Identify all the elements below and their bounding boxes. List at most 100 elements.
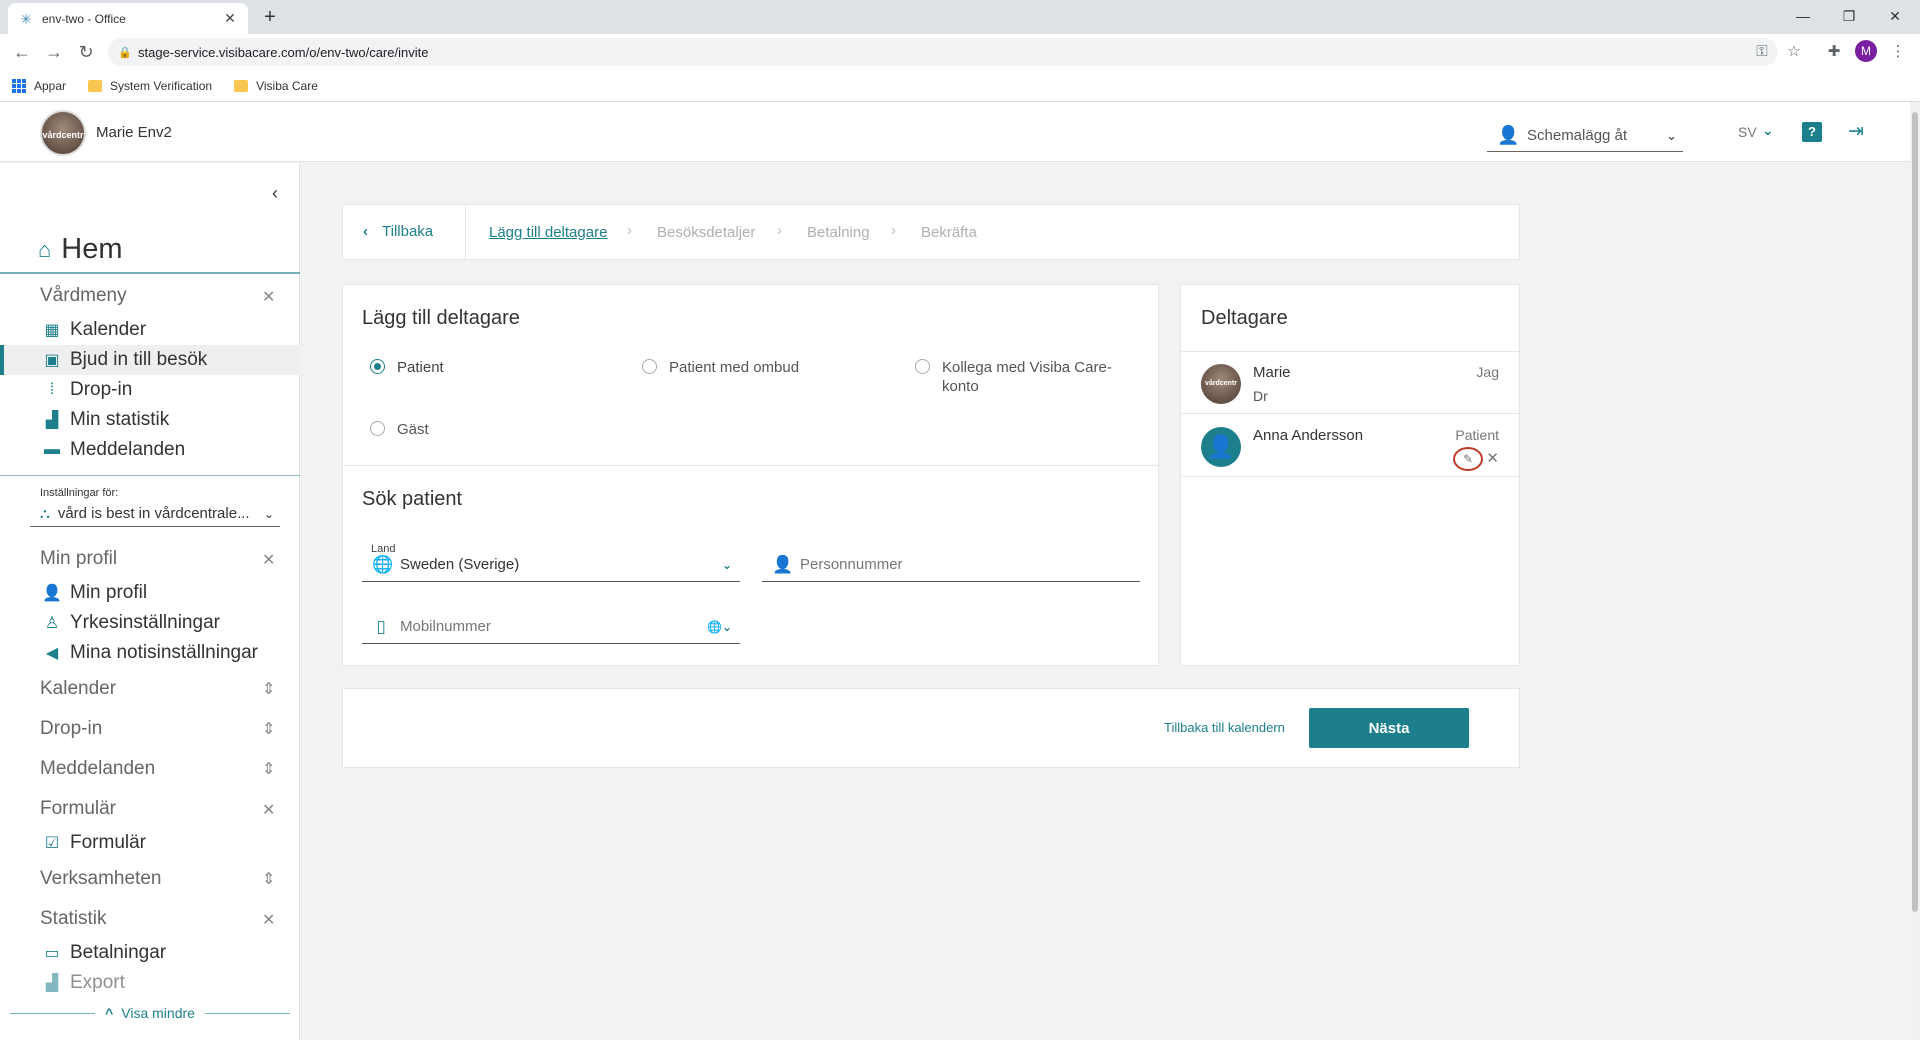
window-close-icon[interactable]: ✕ bbox=[1872, 4, 1918, 28]
reload-icon[interactable]: ↻ bbox=[74, 40, 98, 64]
back-to-calendar-link[interactable]: Tillbaka till kalendern bbox=[1164, 720, 1285, 735]
extensions-icon[interactable]: ✚ bbox=[1822, 40, 1846, 64]
scrollbar[interactable] bbox=[1910, 102, 1920, 1040]
star-icon[interactable]: ☆ bbox=[1782, 40, 1806, 64]
participant-title: Dr bbox=[1253, 388, 1268, 404]
mobile-number-field[interactable]: ▯ Mobilnummer 🌐⌄ bbox=[362, 610, 740, 644]
close-icon[interactable]: ✕ bbox=[1486, 449, 1499, 467]
url-input[interactable]: 🔒 stage-service.visibacare.com/o/env-two… bbox=[108, 38, 1778, 66]
sidebar-item-drop-in[interactable]: ⁞ Drop-in bbox=[0, 375, 300, 405]
checklist-icon: ☑ bbox=[44, 835, 60, 852]
section-meddelanden[interactable]: Meddelanden bbox=[40, 758, 155, 780]
sidebar-item-meddelanden[interactable]: ▬ Meddelanden bbox=[0, 435, 300, 465]
language-selector[interactable]: SV bbox=[1738, 124, 1757, 140]
sidebar-item-betalningar[interactable]: ▭ Betalningar bbox=[0, 938, 300, 968]
sidebar-item-min-statistik[interactable]: ▟ Min statistik bbox=[0, 405, 300, 435]
expand-icon[interactable]: ⇕ bbox=[262, 869, 275, 889]
apps-grid-icon bbox=[12, 78, 26, 93]
bookmark-apps[interactable]: Appar bbox=[12, 78, 66, 93]
collapse-sidebar-icon[interactable]: ‹ bbox=[272, 183, 278, 204]
sidebar-item-min-profil[interactable]: 👤 Min profil bbox=[0, 578, 300, 608]
expand-icon[interactable]: ⇕ bbox=[262, 679, 275, 699]
next-button[interactable]: Nästa bbox=[1309, 708, 1469, 748]
sidebar-item-export[interactable]: ▟ Export bbox=[0, 968, 300, 998]
chevron-left-icon: ‹ bbox=[363, 223, 368, 240]
mobile-number-placeholder: Mobilnummer bbox=[400, 618, 491, 635]
forward-arrow-icon[interactable]: → bbox=[42, 40, 66, 64]
radio-label: Kollega med Visiba Care-konto bbox=[942, 359, 1112, 395]
radio-colleague[interactable]: Kollega med Visiba Care-konto bbox=[915, 358, 1115, 396]
section-formular[interactable]: Formulär bbox=[40, 798, 116, 820]
drop-in-icon: ⁞ bbox=[49, 381, 55, 398]
sidebar-item-label: Kalender bbox=[70, 319, 147, 340]
radio-unselected-icon bbox=[642, 359, 657, 374]
radio-patient-with-agent[interactable]: Patient med ombud bbox=[642, 358, 799, 377]
settings-for-select[interactable]: ⛬ vård is best in vårdcentrale... ⌄ bbox=[30, 501, 280, 527]
sidebar-item-kalender[interactable]: ▦ Kalender bbox=[0, 315, 300, 345]
settings-for-label: Inställningar för: bbox=[40, 487, 119, 499]
show-less-button[interactable]: ^ Visa mindre bbox=[0, 1003, 300, 1023]
radio-guest[interactable]: Gäst bbox=[370, 420, 429, 439]
section-drop-in[interactable]: Drop-in bbox=[40, 718, 102, 740]
personnummer-field[interactable]: 👤 Personnummer bbox=[762, 548, 1140, 582]
step-payment: Betalning bbox=[807, 224, 870, 241]
divider bbox=[0, 475, 300, 476]
person-icon: 👤 bbox=[1201, 427, 1241, 467]
radio-patient[interactable]: Patient bbox=[370, 358, 444, 377]
pencil-icon[interactable]: ✎ bbox=[1453, 447, 1483, 471]
chevron-down-icon: ⌄ bbox=[263, 506, 274, 521]
stats-icon: ▟ bbox=[45, 412, 59, 429]
tab-close-icon[interactable]: ✕ bbox=[222, 10, 238, 27]
country-select[interactable]: 🌐 Sweden (Sverige) ⌄ bbox=[362, 548, 740, 582]
country-code-chevron-icon[interactable]: 🌐⌄ bbox=[707, 620, 732, 634]
collapse-x-icon[interactable]: ✕ bbox=[262, 800, 275, 820]
browser-tab[interactable]: ✳ env-two - Office ✕ bbox=[8, 3, 248, 34]
sidebar-item-label: Bjud in till besök bbox=[70, 349, 208, 370]
back-arrow-icon[interactable]: ← bbox=[10, 40, 34, 64]
step-add-participant[interactable]: Lägg till deltagare bbox=[489, 224, 607, 241]
radio-selected-icon bbox=[370, 359, 385, 374]
sidebar-item-label: Betalningar bbox=[70, 942, 167, 963]
browser-tab-bar: ✳ env-two - Office ✕ + — ❐ ✕ bbox=[0, 0, 1920, 34]
help-icon[interactable]: ? bbox=[1802, 122, 1822, 142]
restore-icon[interactable]: ❐ bbox=[1826, 4, 1872, 28]
sidebar-item-yrkesinstallningar[interactable]: ♙ Yrkesinställningar bbox=[0, 608, 300, 638]
participants-title: Deltagare bbox=[1201, 307, 1288, 329]
chevron-right-icon: › bbox=[627, 222, 632, 239]
folder-icon bbox=[88, 79, 103, 92]
scrollbar-thumb[interactable] bbox=[1912, 112, 1918, 912]
participants-card: Deltagare vårdcentr Marie Dr Jag 👤 Anna … bbox=[1180, 284, 1520, 666]
section-min-profil[interactable]: Min profil bbox=[40, 548, 117, 570]
chevron-down-icon: ⌄ bbox=[1666, 127, 1677, 143]
section-kalender[interactable]: Kalender bbox=[40, 678, 116, 700]
section-vardmeny[interactable]: Vårdmeny bbox=[40, 285, 127, 307]
minimize-icon[interactable]: — bbox=[1780, 4, 1826, 28]
bookmark-visiba-care[interactable]: Visiba Care bbox=[234, 79, 318, 93]
sidebar-item-notisinstallningar[interactable]: ◀ Mina notisinställningar bbox=[0, 638, 300, 668]
schedule-for-select[interactable]: 👤 Schemalägg åt ⌄ bbox=[1487, 120, 1683, 152]
avatar[interactable]: vårdcentr bbox=[40, 110, 86, 156]
collapse-x-icon[interactable]: ✕ bbox=[262, 910, 275, 930]
key-icon[interactable]: ⚿ bbox=[1750, 40, 1774, 64]
browser-profile-avatar[interactable]: M bbox=[1855, 40, 1877, 62]
phone-icon: ▯ bbox=[376, 616, 386, 636]
collapse-x-icon[interactable]: ✕ bbox=[262, 550, 275, 570]
step-confirm: Bekräfta bbox=[921, 224, 977, 241]
expand-icon[interactable]: ⇕ bbox=[262, 759, 275, 779]
browser-menu-icon[interactable]: ⋮ bbox=[1886, 40, 1910, 64]
logout-icon[interactable]: ⇥ bbox=[1845, 121, 1867, 143]
bookmark-system-verification[interactable]: System Verification bbox=[88, 79, 212, 93]
collapse-x-icon[interactable]: ✕ bbox=[262, 287, 275, 307]
sidebar-item-bjud-in[interactable]: ▣ Bjud in till besök bbox=[0, 345, 300, 375]
sidebar-item-home[interactable]: ⌂ Hem bbox=[38, 233, 123, 266]
section-verksamheten[interactable]: Verksamheten bbox=[40, 868, 161, 890]
new-tab-button[interactable]: + bbox=[258, 6, 282, 30]
address-bar: ← → ↻ 🔒 stage-service.visibacare.com/o/e… bbox=[0, 34, 1920, 70]
add-participant-card: Lägg till deltagare Patient Patient med … bbox=[342, 284, 1159, 466]
back-button[interactable]: ‹ Tillbaka bbox=[363, 223, 433, 240]
chevron-down-icon[interactable]: ⌄ bbox=[1762, 122, 1774, 139]
sidebar-item-formular[interactable]: ☑ Formulär bbox=[0, 828, 300, 858]
sidebar-item-label: Drop-in bbox=[70, 379, 133, 400]
expand-icon[interactable]: ⇕ bbox=[262, 719, 275, 739]
section-statistik[interactable]: Statistik bbox=[40, 908, 107, 930]
